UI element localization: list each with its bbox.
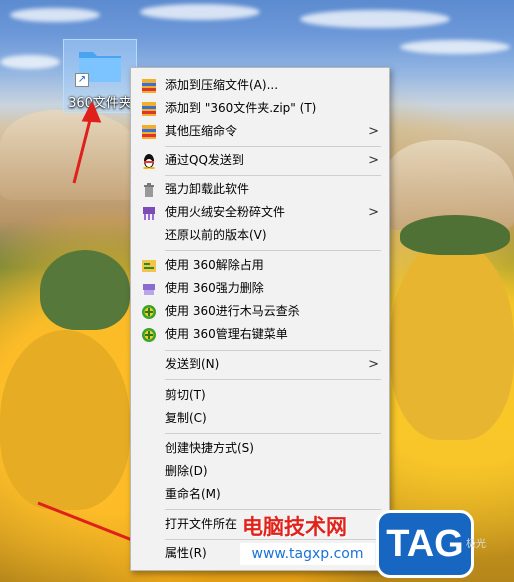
shredder-icon: [143, 207, 155, 220]
menu-separator: [165, 250, 381, 251]
menu-item-cut[interactable]: 剪切(T): [131, 384, 389, 407]
menu-separator: [165, 146, 381, 147]
qq-penguin-icon: [143, 154, 155, 169]
360-shield-icon: [142, 328, 156, 342]
annotation-arrow-up: [72, 111, 94, 184]
context-menu: 添加到压缩文件(A)... 添加到 "360文件夹.zip" (T) 其他压缩命…: [130, 67, 390, 571]
menu-separator: [165, 379, 381, 380]
menu-item-360-trojan-scan[interactable]: 使用 360进行木马云查杀: [131, 300, 389, 323]
menu-item-360-force-delete[interactable]: 使用 360强力删除: [131, 277, 389, 300]
archive-icon: [142, 79, 156, 93]
menu-item-copy[interactable]: 复制(C): [131, 407, 389, 430]
menu-item-huorong-shred[interactable]: 使用火绒安全粉碎文件 >: [131, 201, 389, 224]
menu-item-create-shortcut[interactable]: 创建快捷方式(S): [131, 437, 389, 460]
menu-separator: [165, 433, 381, 434]
menu-item-360-manage-menu[interactable]: 使用 360管理右键菜单: [131, 323, 389, 346]
menu-item-send-to[interactable]: 发送到(N) >: [131, 353, 389, 376]
menu-separator: [165, 175, 381, 176]
menu-item-send-via-qq[interactable]: 通过QQ发送到 >: [131, 149, 389, 172]
watermark-tag-logo: TAG: [376, 510, 474, 578]
menu-item-add-to-zip[interactable]: 添加到 "360文件夹.zip" (T): [131, 97, 389, 120]
archive-icon: [142, 125, 156, 139]
submenu-chevron-icon: >: [368, 357, 379, 372]
menu-item-restore-versions[interactable]: 还原以前的版本(V): [131, 224, 389, 247]
submenu-chevron-icon: >: [368, 153, 379, 168]
watermark-url: www.tagxp.com: [240, 543, 375, 565]
menu-item-360-unlock[interactable]: 使用 360解除占用: [131, 254, 389, 277]
menu-item-add-to-archive[interactable]: 添加到压缩文件(A)...: [131, 74, 389, 97]
submenu-chevron-icon: >: [368, 124, 379, 139]
watermark-logo-suffix: 极光: [466, 539, 486, 550]
menu-item-delete[interactable]: 删除(D): [131, 460, 389, 483]
shred-delete-icon: [143, 284, 155, 295]
menu-item-force-uninstall[interactable]: 强力卸载此软件: [131, 178, 389, 201]
360-shield-icon: [142, 305, 156, 319]
trash-icon: [144, 183, 154, 197]
archive-icon: [142, 102, 156, 116]
menu-item-rename[interactable]: 重命名(M): [131, 483, 389, 506]
submenu-chevron-icon: >: [368, 205, 379, 220]
watermark-site-name: 电脑技术网: [242, 515, 347, 539]
menu-separator: [165, 350, 381, 351]
menu-item-other-compress[interactable]: 其他压缩命令 >: [131, 120, 389, 143]
unlock-file-icon: [142, 260, 156, 272]
annotation-arrowhead: [81, 100, 102, 123]
menu-separator: [165, 509, 381, 510]
